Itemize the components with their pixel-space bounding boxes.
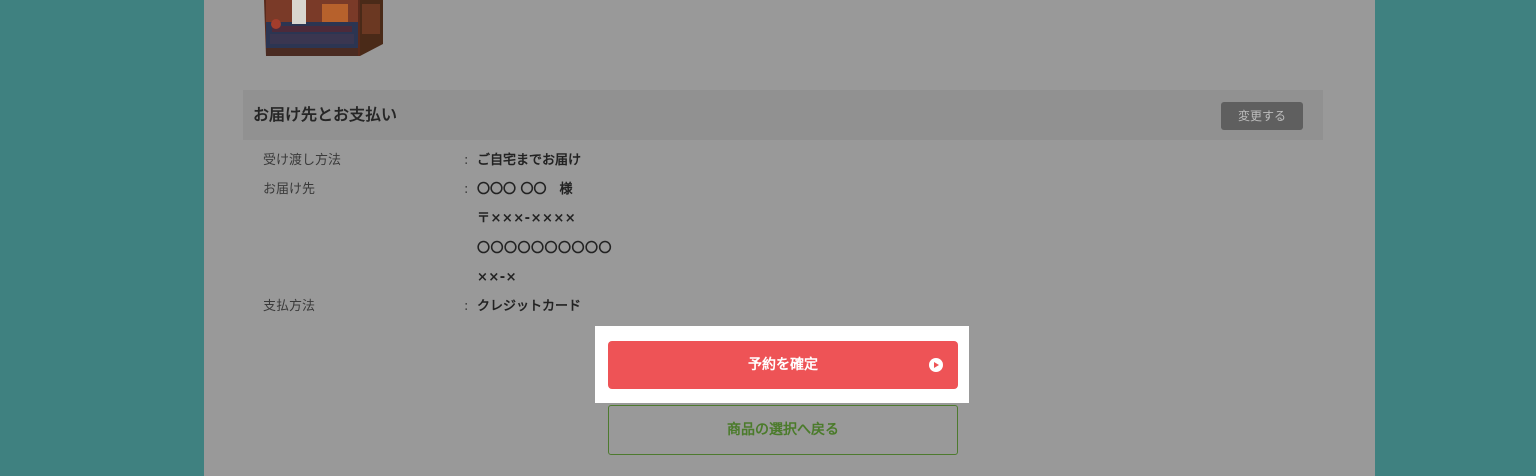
page-backdrop: お届け先とお支払い 変更する 受け渡し方法 : ご自宅までお届け お届け先 : …	[0, 0, 1536, 476]
product-image	[264, 0, 383, 56]
play-circle-icon	[929, 358, 943, 372]
separator: :	[464, 182, 469, 197]
recipient-postal-code: 〒×××-××××	[477, 211, 577, 226]
payment-method-label: 支払方法	[263, 299, 316, 314]
delivery-payment-header: お届け先とお支払い 変更する	[243, 90, 1323, 140]
recipient-address: 〇〇〇〇〇〇〇〇〇〇	[477, 241, 613, 256]
confirm-reservation-button[interactable]: 予約を確定	[608, 341, 958, 389]
confirm-reservation-label: 予約を確定	[748, 357, 818, 373]
handover-method-label: 受け渡し方法	[263, 153, 342, 168]
back-to-product-selection-label: 商品の選択へ戻る	[727, 422, 839, 438]
back-to-product-selection-button[interactable]: 商品の選択へ戻る	[608, 405, 958, 455]
separator: :	[464, 153, 469, 168]
separator: :	[464, 299, 469, 314]
recipient-name: 〇〇〇 〇〇 様	[477, 182, 573, 197]
recipient-address-line2: ××-×	[477, 270, 518, 285]
recipient-label: お届け先	[263, 182, 316, 197]
change-button[interactable]: 変更する	[1221, 102, 1303, 130]
payment-method-value: クレジットカード	[477, 299, 582, 314]
handover-method-value: ご自宅までお届け	[477, 153, 582, 168]
section-title: お届け先とお支払い	[253, 105, 398, 124]
